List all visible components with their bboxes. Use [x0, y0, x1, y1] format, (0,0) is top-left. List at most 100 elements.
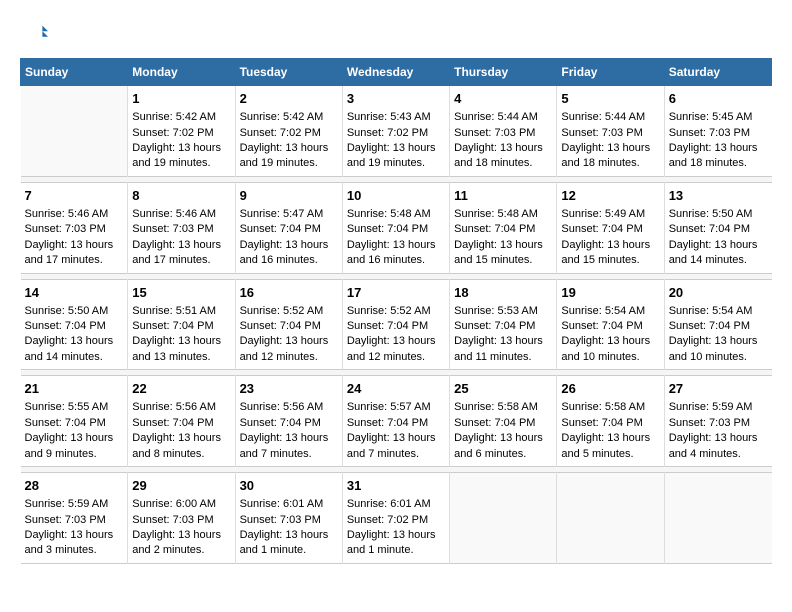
daylight-label: Daylight: 13 hours: [132, 432, 221, 444]
daylight-minutes: and 17 minutes.: [132, 254, 210, 266]
daylight-label: Daylight: 13 hours: [454, 142, 543, 154]
cell-w5-d2: 29Sunrise: 6:00 AMSunset: 7:03 PMDayligh…: [128, 473, 235, 564]
daylight-label: Daylight: 13 hours: [347, 239, 436, 251]
sunrise-label: Sunrise: 6:01 AM: [240, 498, 324, 510]
cell-w5-d5: [450, 473, 557, 564]
sunset-label: Sunset: 7:04 PM: [25, 320, 106, 332]
day-number: 13: [669, 187, 768, 205]
daylight-minutes: and 6 minutes.: [454, 448, 526, 460]
cell-w4-d6: 26Sunrise: 5:58 AMSunset: 7:04 PMDayligh…: [557, 376, 664, 467]
header-tuesday: Tuesday: [235, 59, 342, 86]
daylight-label: Daylight: 13 hours: [561, 142, 650, 154]
day-number: 14: [25, 284, 124, 302]
sunset-label: Sunset: 7:03 PM: [25, 223, 106, 235]
header: [20, 20, 772, 48]
sunset-label: Sunset: 7:04 PM: [347, 223, 428, 235]
sunset-label: Sunset: 7:04 PM: [240, 417, 321, 429]
daylight-minutes: and 7 minutes.: [347, 448, 419, 460]
daylight-label: Daylight: 13 hours: [240, 432, 329, 444]
sunset-label: Sunset: 7:04 PM: [561, 417, 642, 429]
cell-w2-d6: 12Sunrise: 5:49 AMSunset: 7:04 PMDayligh…: [557, 182, 664, 273]
daylight-minutes: and 14 minutes.: [25, 351, 103, 363]
sunset-label: Sunset: 7:04 PM: [347, 417, 428, 429]
daylight-minutes: and 10 minutes.: [561, 351, 639, 363]
sunrise-label: Sunrise: 5:52 AM: [240, 305, 324, 317]
sunrise-label: Sunrise: 5:42 AM: [132, 111, 216, 123]
cell-w2-d7: 13Sunrise: 5:50 AMSunset: 7:04 PMDayligh…: [664, 182, 771, 273]
header-thursday: Thursday: [450, 59, 557, 86]
daylight-minutes: and 12 minutes.: [347, 351, 425, 363]
sunrise-label: Sunrise: 5:56 AM: [240, 401, 324, 413]
daylight-minutes: and 8 minutes.: [132, 448, 204, 460]
cell-w5-d3: 30Sunrise: 6:01 AMSunset: 7:03 PMDayligh…: [235, 473, 342, 564]
day-number: 31: [347, 477, 445, 495]
cell-w2-d5: 11Sunrise: 5:48 AMSunset: 7:04 PMDayligh…: [450, 182, 557, 273]
sunrise-label: Sunrise: 5:45 AM: [669, 111, 753, 123]
day-number: 19: [561, 284, 659, 302]
cell-w1-d1: [21, 86, 128, 177]
sunset-label: Sunset: 7:04 PM: [561, 320, 642, 332]
sunrise-label: Sunrise: 5:56 AM: [132, 401, 216, 413]
daylight-label: Daylight: 13 hours: [25, 335, 114, 347]
daylight-minutes: and 15 minutes.: [561, 254, 639, 266]
day-number: 20: [669, 284, 768, 302]
daylight-label: Daylight: 13 hours: [240, 142, 329, 154]
day-number: 5: [561, 90, 659, 108]
cell-w2-d4: 10Sunrise: 5:48 AMSunset: 7:04 PMDayligh…: [342, 182, 449, 273]
sunrise-label: Sunrise: 6:00 AM: [132, 498, 216, 510]
sunset-label: Sunset: 7:04 PM: [240, 320, 321, 332]
daylight-minutes: and 19 minutes.: [347, 157, 425, 169]
cell-w4-d1: 21Sunrise: 5:55 AMSunset: 7:04 PMDayligh…: [21, 376, 128, 467]
daylight-label: Daylight: 13 hours: [669, 142, 758, 154]
sunrise-label: Sunrise: 5:44 AM: [454, 111, 538, 123]
day-number: 27: [669, 380, 768, 398]
daylight-label: Daylight: 13 hours: [240, 335, 329, 347]
day-number: 12: [561, 187, 659, 205]
daylight-label: Daylight: 13 hours: [669, 239, 758, 251]
week-row-1: 1Sunrise: 5:42 AMSunset: 7:02 PMDaylight…: [21, 86, 772, 177]
daylight-minutes: and 12 minutes.: [240, 351, 318, 363]
daylight-minutes: and 13 minutes.: [132, 351, 210, 363]
daylight-minutes: and 5 minutes.: [561, 448, 633, 460]
daylight-minutes: and 1 minute.: [240, 544, 307, 556]
day-number: 9: [240, 187, 338, 205]
cell-w4-d4: 24Sunrise: 5:57 AMSunset: 7:04 PMDayligh…: [342, 376, 449, 467]
daylight-minutes: and 18 minutes.: [561, 157, 639, 169]
cell-w4-d2: 22Sunrise: 5:56 AMSunset: 7:04 PMDayligh…: [128, 376, 235, 467]
sunset-label: Sunset: 7:03 PM: [669, 417, 750, 429]
daylight-label: Daylight: 13 hours: [347, 432, 436, 444]
daylight-minutes: and 19 minutes.: [132, 157, 210, 169]
day-number: 23: [240, 380, 338, 398]
daylight-label: Daylight: 13 hours: [25, 239, 114, 251]
daylight-minutes: and 17 minutes.: [25, 254, 103, 266]
sunset-label: Sunset: 7:04 PM: [240, 223, 321, 235]
cell-w4-d7: 27Sunrise: 5:59 AMSunset: 7:03 PMDayligh…: [664, 376, 771, 467]
header-sunday: Sunday: [21, 59, 128, 86]
daylight-label: Daylight: 13 hours: [669, 335, 758, 347]
cell-w3-d6: 19Sunrise: 5:54 AMSunset: 7:04 PMDayligh…: [557, 279, 664, 370]
sunset-label: Sunset: 7:03 PM: [561, 127, 642, 139]
day-number: 22: [132, 380, 230, 398]
daylight-minutes: and 9 minutes.: [25, 448, 97, 460]
daylight-minutes: and 1 minute.: [347, 544, 414, 556]
daylight-minutes: and 10 minutes.: [669, 351, 747, 363]
sunset-label: Sunset: 7:04 PM: [454, 320, 535, 332]
daylight-label: Daylight: 13 hours: [669, 432, 758, 444]
cell-w1-d6: 5Sunrise: 5:44 AMSunset: 7:03 PMDaylight…: [557, 86, 664, 177]
sunset-label: Sunset: 7:03 PM: [454, 127, 535, 139]
day-number: 7: [25, 187, 124, 205]
cell-w5-d7: [664, 473, 771, 564]
week-row-4: 21Sunrise: 5:55 AMSunset: 7:04 PMDayligh…: [21, 376, 772, 467]
sunrise-label: Sunrise: 5:48 AM: [454, 208, 538, 220]
sunrise-label: Sunrise: 6:01 AM: [347, 498, 431, 510]
sunrise-label: Sunrise: 5:52 AM: [347, 305, 431, 317]
daylight-label: Daylight: 13 hours: [347, 529, 436, 541]
week-row-2: 7Sunrise: 5:46 AMSunset: 7:03 PMDaylight…: [21, 182, 772, 273]
sunrise-label: Sunrise: 5:58 AM: [561, 401, 645, 413]
day-number: 17: [347, 284, 445, 302]
daylight-label: Daylight: 13 hours: [132, 142, 221, 154]
sunrise-label: Sunrise: 5:42 AM: [240, 111, 324, 123]
sunrise-label: Sunrise: 5:50 AM: [669, 208, 753, 220]
cell-w5-d4: 31Sunrise: 6:01 AMSunset: 7:02 PMDayligh…: [342, 473, 449, 564]
day-number: 16: [240, 284, 338, 302]
